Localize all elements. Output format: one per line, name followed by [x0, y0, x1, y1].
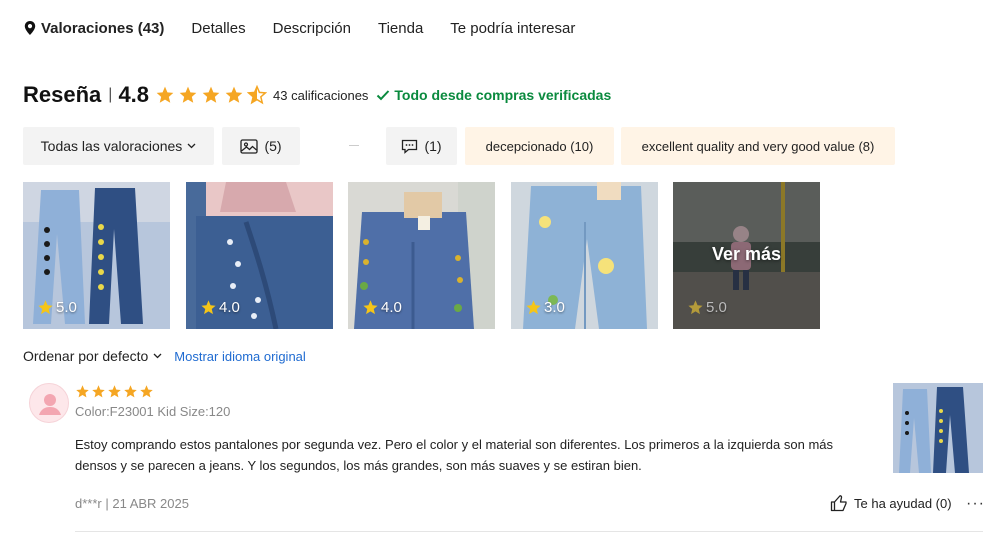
photo-rating: 4.0: [200, 299, 240, 316]
filter-with-photos[interactable]: (5): [222, 127, 300, 165]
tab-description-label: Descripción: [272, 19, 351, 37]
helpful-label: Te ha ayudad (0): [854, 495, 952, 511]
verified-label: Todo desde compras verificadas: [394, 87, 612, 103]
sort-dropdown[interactable]: Ordenar por defecto: [23, 348, 162, 364]
tab-recommendations[interactable]: Te podría interesar: [450, 20, 575, 37]
helpful-button[interactable]: Te ha ayudad (0): [830, 494, 952, 512]
avatar: [29, 383, 69, 423]
photo-rating: 3.0: [525, 299, 565, 316]
tab-store-label: Tienda: [377, 19, 424, 37]
photo-rating-value: 5.0: [56, 299, 77, 316]
star-icon: [108, 385, 121, 398]
star-icon: [140, 385, 153, 398]
review-item: Color:F23001 Kid Size:120 Estoy comprand…: [0, 378, 1000, 537]
view-more-label: Ver más: [711, 244, 782, 264]
filter-tag-disappointed[interactable]: decepcionado (10): [465, 127, 614, 165]
review-text: Estoy comprando estos pantalones por seg…: [75, 437, 834, 473]
jeans-photo: [893, 383, 983, 473]
star-icon: [156, 86, 174, 103]
star-icon: [201, 300, 216, 315]
photo-rating: 5.0: [37, 299, 77, 316]
review-filters: Todas las valoraciones (5) (1) decepcion…: [23, 127, 1000, 165]
photo-rating: 5.0: [687, 299, 727, 316]
user-icon: [39, 394, 61, 415]
sort-label: Ordenar por defecto: [23, 348, 149, 364]
reviews-summary: Reseña | 4.8 43 calificaciones Todo desd…: [23, 80, 611, 110]
photo-rating: 4.0: [362, 299, 402, 316]
sort-bar: Ordenar por defecto Mostrar idioma origi…: [23, 346, 306, 366]
title-separator: |: [108, 86, 113, 103]
review-photo-thumbnail[interactable]: 4.0: [186, 182, 333, 329]
photo-rating-value: 4.0: [219, 299, 240, 316]
photo-rating-value: 3.0: [544, 299, 565, 316]
half-star-icon: [247, 85, 268, 105]
thumbs-up-icon: [830, 495, 847, 512]
review-tabs: Valoraciones (43) Detalles Descripción T…: [24, 17, 602, 39]
comment-icon: [402, 139, 418, 154]
check-icon: [377, 90, 390, 101]
ratings-count: 43 calificaciones: [273, 87, 369, 103]
photos-count: (5): [264, 138, 282, 154]
location-pin-icon: [24, 21, 36, 35]
star-icon: [202, 86, 220, 103]
image-icon: [240, 138, 259, 154]
review-photo-thumbnail[interactable]: 3.0: [511, 182, 658, 329]
star-icon: [76, 385, 89, 398]
filter-with-comments[interactable]: (1): [386, 127, 457, 165]
star-icon: [526, 300, 541, 315]
tab-description[interactable]: Descripción: [273, 20, 351, 37]
star-icon: [92, 385, 105, 398]
verified-purchases: Todo desde compras verificadas: [376, 87, 611, 103]
divider: [75, 531, 983, 532]
show-original-language-link[interactable]: Mostrar idioma original: [174, 349, 306, 364]
review-author-date: d***r | 21 ABR 2025: [75, 496, 189, 511]
separator-dots: [349, 145, 359, 146]
tab-store[interactable]: Tienda: [378, 20, 423, 37]
star-icon: [38, 300, 53, 315]
photo-rating-value: 5.0: [706, 299, 727, 316]
review-photo[interactable]: [893, 383, 983, 473]
filter-all-label: Todas las valoraciones: [40, 138, 183, 154]
review-variant: Color:F23001 Kid Size:120: [75, 404, 231, 419]
tab-ratings-label: Valoraciones (43): [41, 19, 165, 37]
reviews-title: Reseña: [23, 82, 102, 107]
tab-ratings[interactable]: Valoraciones (43): [24, 20, 164, 37]
comments-count: (1): [424, 138, 442, 154]
star-icon: [225, 86, 243, 103]
tag-label: decepcionado (10): [485, 138, 594, 154]
chevron-down-icon: [187, 143, 196, 149]
more-icon[interactable]: ···: [966, 495, 985, 513]
average-stars: [155, 85, 270, 105]
filter-tag-quality[interactable]: excellent quality and very good value (8…: [621, 127, 895, 165]
review-photo-thumbnail[interactable]: 4.0: [348, 182, 495, 329]
tab-details[interactable]: Detalles: [191, 20, 245, 37]
tag-label: excellent quality and very good value (8…: [641, 138, 875, 154]
tab-details-label: Detalles: [191, 19, 246, 37]
star-icon: [363, 300, 378, 315]
view-more-photos[interactable]: Ver más 5.0: [673, 182, 820, 329]
average-rating: 4.8: [118, 82, 150, 107]
star-icon: [124, 385, 137, 398]
review-photo-thumbnail[interactable]: 5.0: [23, 182, 170, 329]
tab-recommendations-label: Te podría interesar: [450, 19, 576, 37]
star-icon: [688, 300, 703, 315]
chevron-down-icon: [153, 353, 162, 359]
filter-all-ratings[interactable]: Todas las valoraciones: [23, 127, 214, 165]
photo-rating-value: 4.0: [381, 299, 402, 316]
star-icon: [179, 86, 197, 103]
review-stars: [75, 384, 155, 399]
